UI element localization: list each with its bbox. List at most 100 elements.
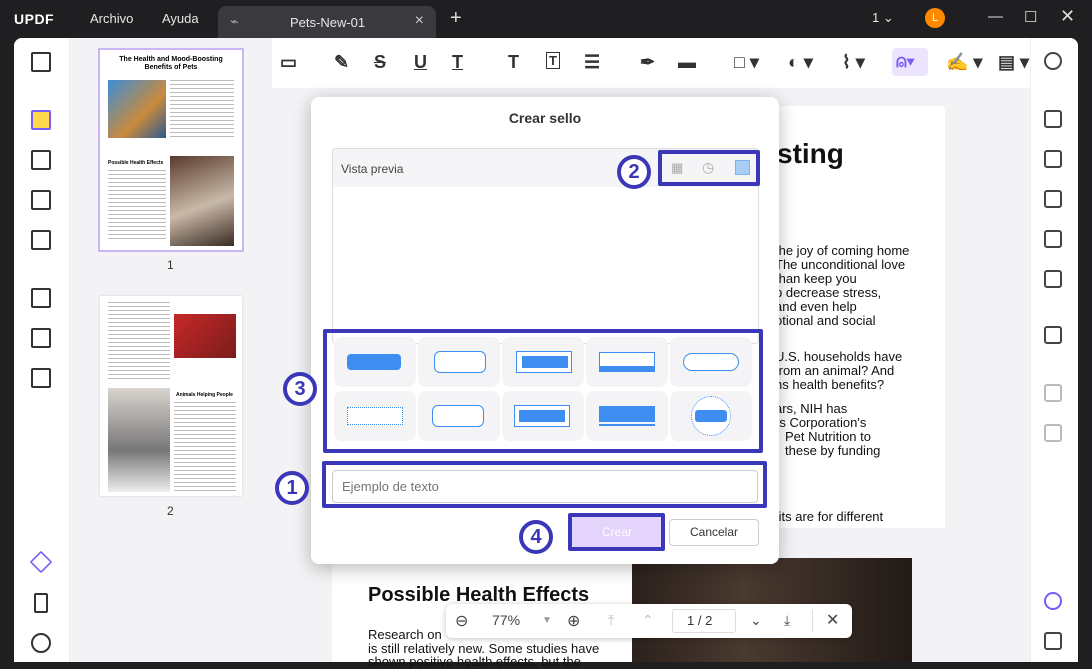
thumb-section: Animals Helping People [176,392,233,398]
page-1-label: 1 [167,258,174,272]
squiggly-icon[interactable]: T [452,52,463,73]
new-tab-button[interactable]: + [450,7,462,30]
pencil-icon[interactable]: ✒ [640,52,655,73]
tab-close-icon[interactable]: × [415,12,424,30]
save-icon[interactable] [1044,326,1062,344]
cat-flowers-image [108,388,170,492]
body-line: otional and social [775,313,876,328]
callout-badge-1: 1 [275,471,309,505]
thumb-section: Possible Health Effects [108,160,164,166]
edit-icon[interactable] [31,150,51,170]
callout-badge-3: 3 [283,372,317,406]
first-page-icon[interactable]: ⤒ [608,612,614,629]
last-page-icon[interactable]: ⤓ [784,612,790,629]
layers-icon[interactable] [29,550,53,574]
body-line: ns health benefits? [775,377,885,392]
body-line: Pet Nutrition to [785,429,871,444]
dialog-title: Crear sello [508,110,582,126]
close-zoom-bar-icon[interactable]: ✕ [826,610,839,630]
callout-badge-2: 2 [617,155,651,189]
thumbnail-page-2[interactable]: Animals Helping People [100,296,242,496]
undo-icon[interactable] [1044,384,1062,402]
share-icon[interactable] [1044,230,1062,248]
title-bar: UPDF Archivo Ayuda ⌁ Pets-New-01 × + 1 ⌄… [0,0,1092,38]
tab-doc-icon: ⌁ [230,13,239,29]
email-icon[interactable] [1044,270,1062,288]
body-line: fits are for different [775,509,884,524]
ai-assistant-icon[interactable] [1044,592,1062,610]
text-icon[interactable]: T [508,52,519,73]
divider [812,610,813,632]
text-callout-icon[interactable]: ☰ [584,52,600,73]
left-toolbar [14,38,70,662]
underline-icon[interactable]: U [414,52,427,73]
thumb-text-block [174,402,236,492]
zoom-value[interactable]: 77% [492,612,520,628]
form-icon[interactable] [31,230,51,250]
compress-icon[interactable] [31,368,51,388]
shape-icon[interactable]: □ ▾ [734,52,759,73]
body-line: ars, NIH has [775,401,848,416]
body-line: U.S. households have [775,349,903,364]
search-icon[interactable] [1044,52,1062,70]
attachment-icon[interactable] [31,633,51,653]
cancel-button[interactable]: Cancelar [669,519,759,546]
highlight-box-1 [322,461,767,508]
highlight-icon[interactable]: ✎ [334,52,349,73]
page-input[interactable]: 1 / 2 [672,609,736,633]
minimize-icon[interactable]: — [988,8,1003,25]
crop-icon[interactable] [31,328,51,348]
comments-panel-icon[interactable] [1044,632,1062,650]
cat-image [108,80,166,138]
thumbnail-page-1[interactable]: The Health and Mood-Boosting Benefits of… [98,48,244,252]
convert-icon[interactable] [31,190,51,210]
menu-archivo[interactable]: Archivo [90,11,133,26]
convert-pdf-icon[interactable] [1044,150,1062,168]
comment-toolbar: ▭ ✎ S U T T T ☰ ✒ ▬ □ ▾ ◐ ▾ ⌇ ▾ ⍝▾ ✍ ▾ ▤… [272,38,1030,88]
document-text-area: sting the joy of coming home The uncondi… [775,108,945,528]
body-line: p decrease stress, [775,285,882,300]
body-line: these by funding [785,443,881,458]
highlight-box-3 [323,329,763,453]
highlight-box-4 [568,513,665,551]
comment-mode-icon[interactable] [31,110,51,130]
bookmark-icon[interactable] [34,593,48,613]
redo-icon[interactable] [1044,424,1062,442]
page-count-dropdown[interactable]: 1 ⌄ [872,10,894,26]
avatar[interactable]: L [925,8,945,28]
zoom-bar: ⊖ 77% ▼ ⊕ ⤒ ⌃ 1 / 2 ⌄ ⤓ ✕ [446,604,852,638]
body-line: rs Corporation's [775,415,867,430]
zoom-out-icon[interactable]: ⊖ [455,611,468,631]
zoom-in-icon[interactable]: ⊕ [567,611,580,631]
zoom-dropdown-icon[interactable]: ▼ [542,615,552,626]
close-window-icon[interactable]: ✕ [1060,6,1075,27]
ocr-icon[interactable] [1044,110,1062,128]
sticker-icon[interactable]: ◐ ▾ [788,52,813,73]
reader-icon[interactable] [31,52,51,72]
next-page-icon[interactable]: ⌄ [750,612,762,629]
document-tab[interactable]: ⌁ Pets-New-01 × [218,6,436,38]
attachment-tool-icon[interactable]: ⌇ ▾ [842,52,865,73]
measure-icon[interactable]: ▤ ▾ [998,52,1029,73]
signature-icon[interactable]: ✍ ▾ [946,52,982,73]
stamp-tool-icon[interactable]: ⍝▾ [892,48,928,76]
organize-pages-icon[interactable] [31,288,51,308]
maximize-icon[interactable]: ☐ [1024,8,1037,26]
preview-label: Vista previa [341,162,404,176]
prev-page-icon[interactable]: ⌃ [642,612,654,629]
strikethrough-icon[interactable]: S [374,52,386,73]
note-icon[interactable]: ▭ [280,52,297,73]
menu-ayuda[interactable]: Ayuda [162,11,199,26]
body-line: and even help [775,299,857,314]
thumb-text-block [108,170,166,240]
text-box-icon[interactable]: T [546,52,560,69]
thumb-title: The Health and Mood-Boosting Benefits of… [119,56,223,71]
body-line: than keep you [775,271,857,286]
protect-icon[interactable] [1044,190,1062,208]
right-toolbar [1030,38,1078,662]
page-2-label: 2 [167,504,174,518]
thumb-text-block [108,302,170,382]
eraser-icon[interactable]: ▬ [678,52,696,73]
app-logo: UPDF [14,11,55,27]
body-line: Research on [368,627,442,642]
